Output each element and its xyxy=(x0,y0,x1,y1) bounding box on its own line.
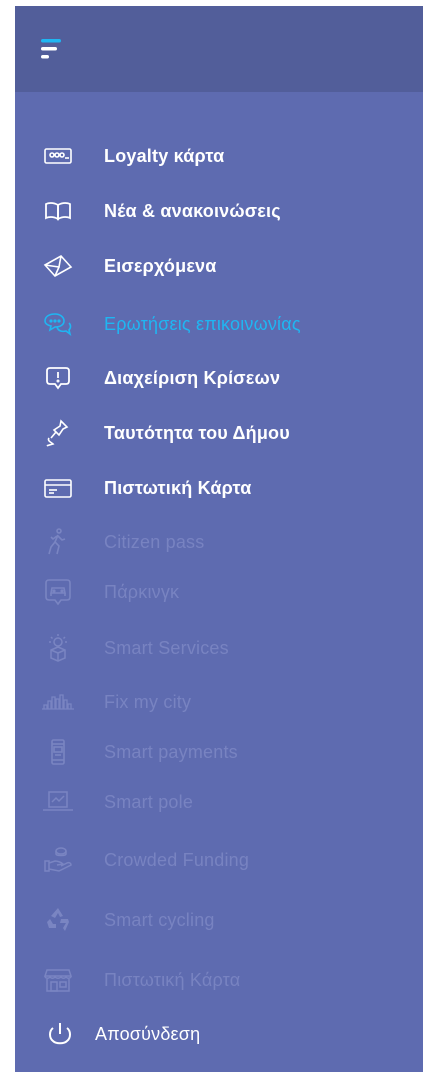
menu-item-credit-card[interactable]: Πιστωτική Κάρτα xyxy=(15,468,423,508)
menu-item-crowded-funding[interactable]: Crowded Funding xyxy=(15,840,423,880)
menu-item-label: Smart payments xyxy=(104,741,238,762)
smart-bulb-box-icon xyxy=(39,631,77,665)
storefront-icon xyxy=(39,963,77,997)
pushpin-icon xyxy=(39,416,77,450)
menu-item-smart-cycling[interactable]: Smart cycling xyxy=(15,900,423,940)
envelope-icon xyxy=(39,249,77,283)
menu-item-smart-payments[interactable]: Smart payments xyxy=(15,732,423,772)
hamburger-menu-icon[interactable] xyxy=(39,36,71,62)
menu-item-label: Smart cycling xyxy=(104,909,215,930)
loyalty-card-icon xyxy=(39,139,77,173)
menu-item-smart-services[interactable]: Smart Services xyxy=(15,628,423,668)
menu-item-label: Διαχείριση Κρίσεων xyxy=(104,367,281,388)
recycle-icon xyxy=(39,903,77,937)
menu-item-label: Ερωτήσεις επικοινωνίας xyxy=(104,313,301,334)
menu-item-citizen-pass[interactable]: Citizen pass xyxy=(15,522,423,562)
side-menu-panel: Loyalty κάρτα Νέα & ανακοινώσεις Εισερχό… xyxy=(15,6,423,1072)
parking-car-icon xyxy=(39,575,77,609)
menu-item-label: Νέα & ανακοινώσεις xyxy=(104,200,281,221)
menu-item-contact-questions[interactable]: Ερωτήσεις επικοινωνίας xyxy=(15,304,423,344)
smartphone-icon xyxy=(39,735,77,769)
menu-item-fix-my-city[interactable]: Fix my city xyxy=(15,682,423,722)
chat-bubbles-icon xyxy=(39,307,77,341)
menu-item-label: Crowded Funding xyxy=(104,849,250,870)
menu-item-news[interactable]: Νέα & ανακοινώσεις xyxy=(15,191,423,231)
menu-item-label: Εισερχόμενα xyxy=(104,255,217,276)
menu-item-crisis-management[interactable]: Διαχείριση Κρίσεων xyxy=(15,358,423,398)
menu-item-label: Fix my city xyxy=(104,691,192,712)
laptop-chart-icon xyxy=(39,785,77,819)
menu-item-inbox[interactable]: Εισερχόμενα xyxy=(15,246,423,286)
menu-item-label: Πιστωτική Κάρτα xyxy=(104,969,241,990)
walking-person-icon xyxy=(39,525,77,559)
menu-item-label: Citizen pass xyxy=(104,531,205,552)
menu-header xyxy=(15,6,423,92)
logout-button[interactable]: Αποσύνδεση xyxy=(15,1014,423,1054)
menu-item-label: Πάρκινγκ xyxy=(104,581,180,602)
menu-item-label: Smart pole xyxy=(104,791,194,812)
menu-item-label: Smart Services xyxy=(104,637,229,658)
menu-item-loyalty-card[interactable]: Loyalty κάρτα xyxy=(15,136,423,176)
menu-item-label: Loyalty κάρτα xyxy=(104,145,225,166)
credit-card-icon xyxy=(39,471,77,505)
menu-item-municipality-identity[interactable]: Ταυτότητα του Δήμου xyxy=(15,413,423,453)
hand-coin-icon xyxy=(39,843,77,877)
city-skyline-icon xyxy=(39,685,77,719)
menu-item-label: Πιστωτική Κάρτα xyxy=(104,477,252,498)
alert-bubble-icon xyxy=(39,361,77,395)
logout-label: Αποσύνδεση xyxy=(95,1023,201,1044)
menu-item-smart-pole[interactable]: Smart pole xyxy=(15,782,423,822)
power-icon xyxy=(41,1017,79,1051)
menu-item-credit-card-store[interactable]: Πιστωτική Κάρτα xyxy=(15,960,423,1000)
menu-item-label: Ταυτότητα του Δήμου xyxy=(104,422,290,443)
open-book-icon xyxy=(39,194,77,228)
menu-item-parking[interactable]: Πάρκινγκ xyxy=(15,572,423,612)
